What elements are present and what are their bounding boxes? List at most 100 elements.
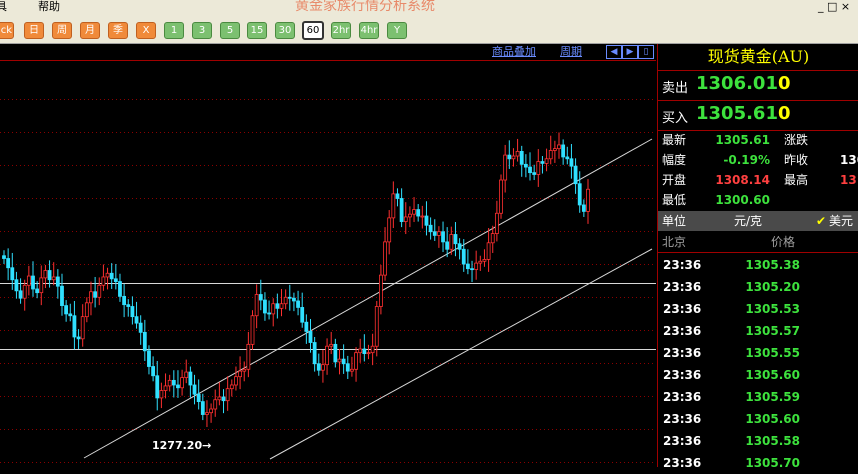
quote-value-low: 1300.60 — [715, 193, 770, 207]
candle-body — [138, 322, 143, 333]
window-controls[interactable]: _ □ × — [818, 0, 850, 14]
candle-body — [470, 268, 474, 271]
candle-body — [188, 371, 193, 386]
candle-body — [515, 151, 520, 157]
overlay-link[interactable]: 商品叠加 — [492, 45, 536, 59]
candle-body — [263, 299, 267, 314]
quote-value-open: 1308.14 — [715, 173, 770, 187]
candle-body — [528, 166, 532, 174]
candle-body — [171, 379, 176, 386]
candle-body — [358, 348, 363, 354]
quote-value-high: 131 — [840, 173, 858, 187]
currency-toggle-label[interactable]: 美元 — [829, 211, 853, 231]
candle-body — [337, 358, 342, 363]
candle-body — [581, 204, 586, 212]
period-button-week[interactable]: 周 — [52, 22, 72, 39]
tick-row: 23:36 1305.58 — [658, 430, 858, 452]
candle-body — [31, 275, 35, 290]
candle-body — [205, 412, 209, 415]
tick-time: 23:36 — [663, 368, 702, 382]
candle-body — [304, 321, 309, 332]
period-button-5min[interactable]: 5 — [220, 22, 240, 39]
candle-body — [35, 288, 40, 294]
period-button-15min[interactable]: 15 — [247, 22, 267, 39]
candle-body — [300, 307, 305, 323]
candle-body — [292, 297, 296, 302]
candle-body — [482, 259, 487, 262]
app-title: 黄金家族行情分析系统 — [295, 0, 435, 14]
candle-body — [267, 312, 271, 315]
candle-body — [118, 281, 122, 297]
candle-body — [457, 243, 462, 250]
candlestick-chart[interactable]: 1277.20→ — [0, 44, 656, 467]
candle-body — [180, 377, 184, 389]
period-button-day[interactable]: 日 — [24, 22, 44, 39]
tick-time: 23:36 — [663, 258, 702, 272]
candle-body — [399, 198, 404, 222]
candle-body — [370, 345, 375, 354]
candle-body — [283, 296, 288, 305]
tick-price: 1305.38 — [745, 258, 800, 272]
quote-label-range: 幅度 — [662, 153, 687, 167]
candle-body — [511, 155, 516, 160]
candle-body — [184, 371, 189, 378]
period-button-2hr[interactable]: 2hr — [331, 22, 351, 39]
sell-label: 卖出 — [662, 81, 689, 96]
period-button-month[interactable]: 月 — [80, 22, 100, 39]
tick-price: 1305.53 — [745, 302, 800, 316]
period-button-year[interactable]: Y — [387, 22, 407, 39]
quote-label-open: 开盘 — [662, 173, 687, 187]
candle-body — [490, 233, 495, 244]
candle-body — [60, 285, 64, 306]
tick-time: 23:36 — [663, 302, 702, 316]
period-button-3min[interactable]: 3 — [192, 22, 212, 39]
candle-body — [374, 306, 379, 347]
candle-body — [254, 294, 259, 317]
candle-body — [486, 242, 491, 260]
period-button-x[interactable]: X — [136, 22, 156, 39]
tick-row: 23:36 1305.59 — [658, 386, 858, 408]
candle-body — [573, 165, 578, 185]
right-arrow-icon[interactable]: ▶ — [622, 45, 638, 59]
period-link[interactable]: 周期 — [560, 45, 582, 59]
candle-body — [350, 368, 354, 372]
period-button-4hr[interactable]: 4hr — [359, 22, 379, 39]
candle-body — [341, 358, 346, 365]
candle-body — [238, 370, 242, 378]
candle-body — [403, 216, 408, 222]
candle-body — [113, 278, 118, 282]
candle-body — [478, 260, 483, 264]
candle-body — [383, 241, 387, 276]
candle-body — [242, 368, 247, 372]
ticks-header-price: 价格 — [771, 235, 796, 249]
tick-row: 23:36 1305.38 — [658, 254, 858, 276]
tick-price: 1305.60 — [745, 412, 800, 426]
candle-body — [561, 144, 566, 158]
check-icon[interactable]: ✔ — [816, 211, 826, 231]
tick-price: 1305.58 — [745, 434, 800, 448]
period-button-60min[interactable]: 60 — [302, 21, 324, 40]
fit-icon[interactable]: ▯ — [638, 45, 654, 59]
left-arrow-icon[interactable]: ◀ — [606, 45, 622, 59]
quote-label-change: 涨跌 — [784, 133, 809, 147]
period-button-quarter[interactable]: 季 — [108, 22, 128, 39]
candle-body — [14, 279, 19, 292]
period-button-1min[interactable]: 1 — [164, 22, 184, 39]
period-button-30min[interactable]: 30 — [275, 22, 295, 39]
period-button-tick[interactable]: tick — [0, 22, 14, 39]
tick-row: 23:36 1305.57 — [658, 320, 858, 342]
candle-body — [159, 390, 164, 399]
candle-body — [151, 366, 156, 377]
candle-body — [445, 241, 450, 250]
candle-body — [395, 193, 400, 199]
candle-body — [577, 183, 582, 206]
candle-body — [416, 209, 421, 217]
tick-time: 23:36 — [663, 456, 702, 470]
tick-price: 1305.59 — [745, 390, 800, 404]
candle-body — [519, 151, 524, 165]
candle-body — [250, 315, 255, 345]
candle-body — [540, 161, 545, 164]
sell-volume: 0 — [778, 73, 791, 94]
candle-body — [391, 193, 396, 219]
candle-body — [64, 305, 69, 315]
